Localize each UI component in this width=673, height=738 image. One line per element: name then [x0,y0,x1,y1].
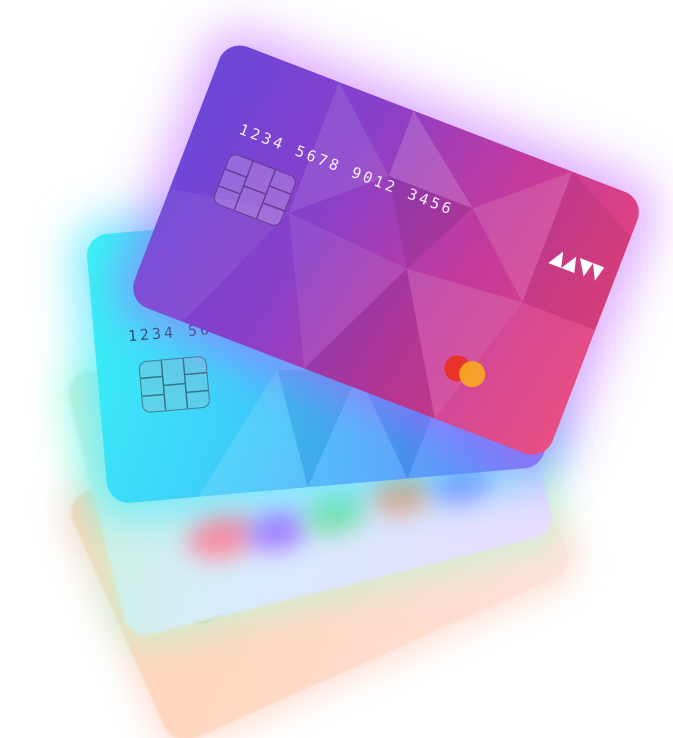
card-cyan-chip-icon [138,355,211,414]
card-stack: 1 1234 5678 [0,0,673,738]
